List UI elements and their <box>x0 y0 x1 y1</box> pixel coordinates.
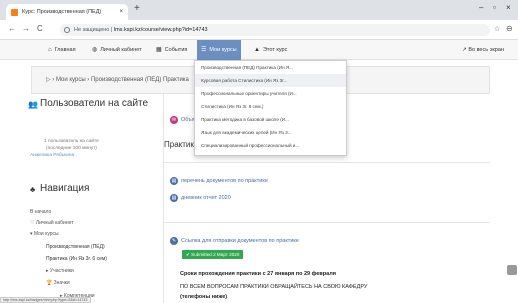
nav-home-label: Главная <box>54 47 76 53</box>
dashboard-icon: ◍ <box>92 47 98 53</box>
submit-docs-link[interactable]: Ссылка для отправки документов по практи… <box>181 238 299 244</box>
nav-link-my-courses[interactable]: ▾ Мои курсы <box>30 231 59 237</box>
nav-this-course[interactable]: ▲ Этот курс <box>254 40 287 60</box>
nav-link-badges-label: Значки <box>53 280 70 286</box>
maximize-button[interactable]: ▫ <box>493 3 496 12</box>
status-bar: http://lms.kspi.kz/badges/view.php?type=… <box>0 297 91 303</box>
bookmark-star-icon[interactable]: ☆ <box>494 25 500 33</box>
fullscreen-label: Во весь экран <box>468 47 504 53</box>
users-icon: 👥 <box>28 100 38 109</box>
address-url: lms.kspi.kz/course/view.php?id=14743 <box>113 27 208 33</box>
nav-link-dashboard-label: Личный кабинет <box>35 220 74 226</box>
browser-tabstrip: Курс: Производственная (ПЕД) × + – ▫ × <box>0 0 518 20</box>
info-icon[interactable] <box>64 27 70 33</box>
moodle-favicon-icon <box>11 9 18 16</box>
my-courses-dropdown: Производственная (ПЕД) Практика (Ин Я...… <box>194 60 347 156</box>
contact-notice: ПО ВСЕМ ВОПРОСАМ ПРАКТИКИ ОБРАЩАЙТЕСЬ НА… <box>180 284 368 290</box>
not-secure-label: Не защищено <box>74 27 110 33</box>
nav-home[interactable]: ⌂ Главная <box>48 40 76 60</box>
reload-button[interactable]: C <box>37 24 43 33</box>
section-title: Практик <box>164 140 194 149</box>
breadcrumb[interactable]: ▷ › Мои курсы › Производственная (ПЕД) П… <box>46 76 189 83</box>
file-icon: ▤ <box>170 177 178 185</box>
nav-dashboard-label: Личный кабинет <box>100 47 142 53</box>
calendar-icon: ▦ <box>156 47 162 53</box>
browser-toolbar: ← → C Не защищено | lms.kspi.kz/course/v… <box>0 20 518 40</box>
nav-link-badges[interactable]: 🏆 Значки <box>46 280 70 286</box>
nav-events[interactable]: ▦ События <box>156 40 187 60</box>
forward-button[interactable]: → <box>22 24 30 33</box>
profile-icon[interactable]: ⊖ <box>506 24 513 33</box>
dropdown-item[interactable]: Курсовая работа Стилистика (Ин Яз 3г... <box>195 74 346 87</box>
phones-note: (телефоны ниже) <box>180 294 228 300</box>
nav-link-course-2[interactable]: Практика (Ин Яз 3г. 6 сем) <box>46 256 107 262</box>
users-block-title: Пользователи на сайте <box>40 98 149 109</box>
home-icon: ⌂ <box>48 47 52 53</box>
practice-dates: Сроки прохождения практики с 27 января п… <box>180 271 336 277</box>
assignment-icon: ✎ <box>170 237 178 245</box>
site-top-nav: ⌂ Главная ◍ Личный кабинет ▦ События ☰ Мои к… <box>0 40 518 60</box>
dropdown-item[interactable]: Специализированный профессиональный и... <box>195 139 346 152</box>
submitted-badge: ✔ Submitted 2 Март 2020 <box>182 250 244 259</box>
scroll-to-top-button[interactable] <box>507 265 517 275</box>
nav-events-label: События <box>164 47 188 53</box>
tab-close-icon[interactable]: × <box>119 4 123 20</box>
submitted-badge-label: Submitted 2 Март 2020 <box>191 252 240 257</box>
users-count: 1 пользователь на сайте <box>44 139 99 144</box>
dropdown-item[interactable]: Производственная (ПЕД) Практика (Ин Я... <box>195 61 346 74</box>
nav-my-courses[interactable]: ☰ Мои курсы <box>197 40 241 60</box>
navigation-title: Навигация <box>40 183 90 194</box>
close-window-button[interactable]: × <box>506 3 511 12</box>
address-bar[interactable]: Не защищено | lms.kspi.kz/course/view.ph… <box>60 24 490 36</box>
announcements-link[interactable]: Объя <box>181 117 195 123</box>
dropdown-item[interactable]: Практика методика в базовой школе (И... <box>195 113 346 126</box>
doc-list-link[interactable]: перечень документов по практике <box>181 178 268 184</box>
nav-link-course[interactable]: Производственная (ПЕД) <box>46 244 105 250</box>
browser-tab[interactable]: Курс: Производственная (ПЕД) × <box>6 4 128 20</box>
sitemap-icon: ♣ <box>30 185 36 194</box>
expand-icon: ↗ <box>462 47 467 53</box>
new-tab-button[interactable]: + <box>134 3 140 14</box>
back-button[interactable]: ← <box>8 24 16 33</box>
online-user-link[interactable]: Анжелика Рябькина <box>30 153 74 158</box>
users-period: (последние 100 минут) <box>46 146 97 151</box>
nav-my-courses-label: Мои курсы <box>209 47 237 53</box>
file-icon: ▤ <box>170 194 178 202</box>
nav-link-home[interactable]: В начало <box>30 209 51 215</box>
course-icon: ▲ <box>254 47 260 53</box>
nav-this-course-label: Этот курс <box>262 47 288 53</box>
dropdown-item[interactable]: Стилистика (Ин Яз 3г. 6 сем.) <box>195 100 346 113</box>
dropdown-item[interactable]: Профессиональные ориентиры учителя (И... <box>195 87 346 100</box>
section-divider <box>164 162 490 163</box>
nav-link-participants[interactable]: ▸ Участники <box>46 268 74 274</box>
column-divider <box>163 94 164 303</box>
minimize-button[interactable]: – <box>479 3 483 12</box>
nav-link-my-courses-label: Мои курсы <box>33 231 59 237</box>
nav-dashboard[interactable]: ◍ Личный кабинет <box>92 40 142 60</box>
section-divider <box>164 222 490 223</box>
tab-title: Курс: Производственная (ПЕД) <box>22 9 102 15</box>
nav-link-dashboard[interactable]: ♡ Личный кабинет <box>30 220 74 226</box>
forum-icon: ✉ <box>170 116 178 124</box>
dropdown-item[interactable]: Язык для академических целей (Ин Яз 3... <box>195 126 346 139</box>
courses-icon: ☰ <box>201 47 207 53</box>
fullscreen-button[interactable]: ↗ Во весь экран <box>462 40 504 60</box>
nav-link-participants-label: Участники <box>49 268 74 274</box>
diary-link[interactable]: дневник отчет 2020 <box>181 195 231 201</box>
